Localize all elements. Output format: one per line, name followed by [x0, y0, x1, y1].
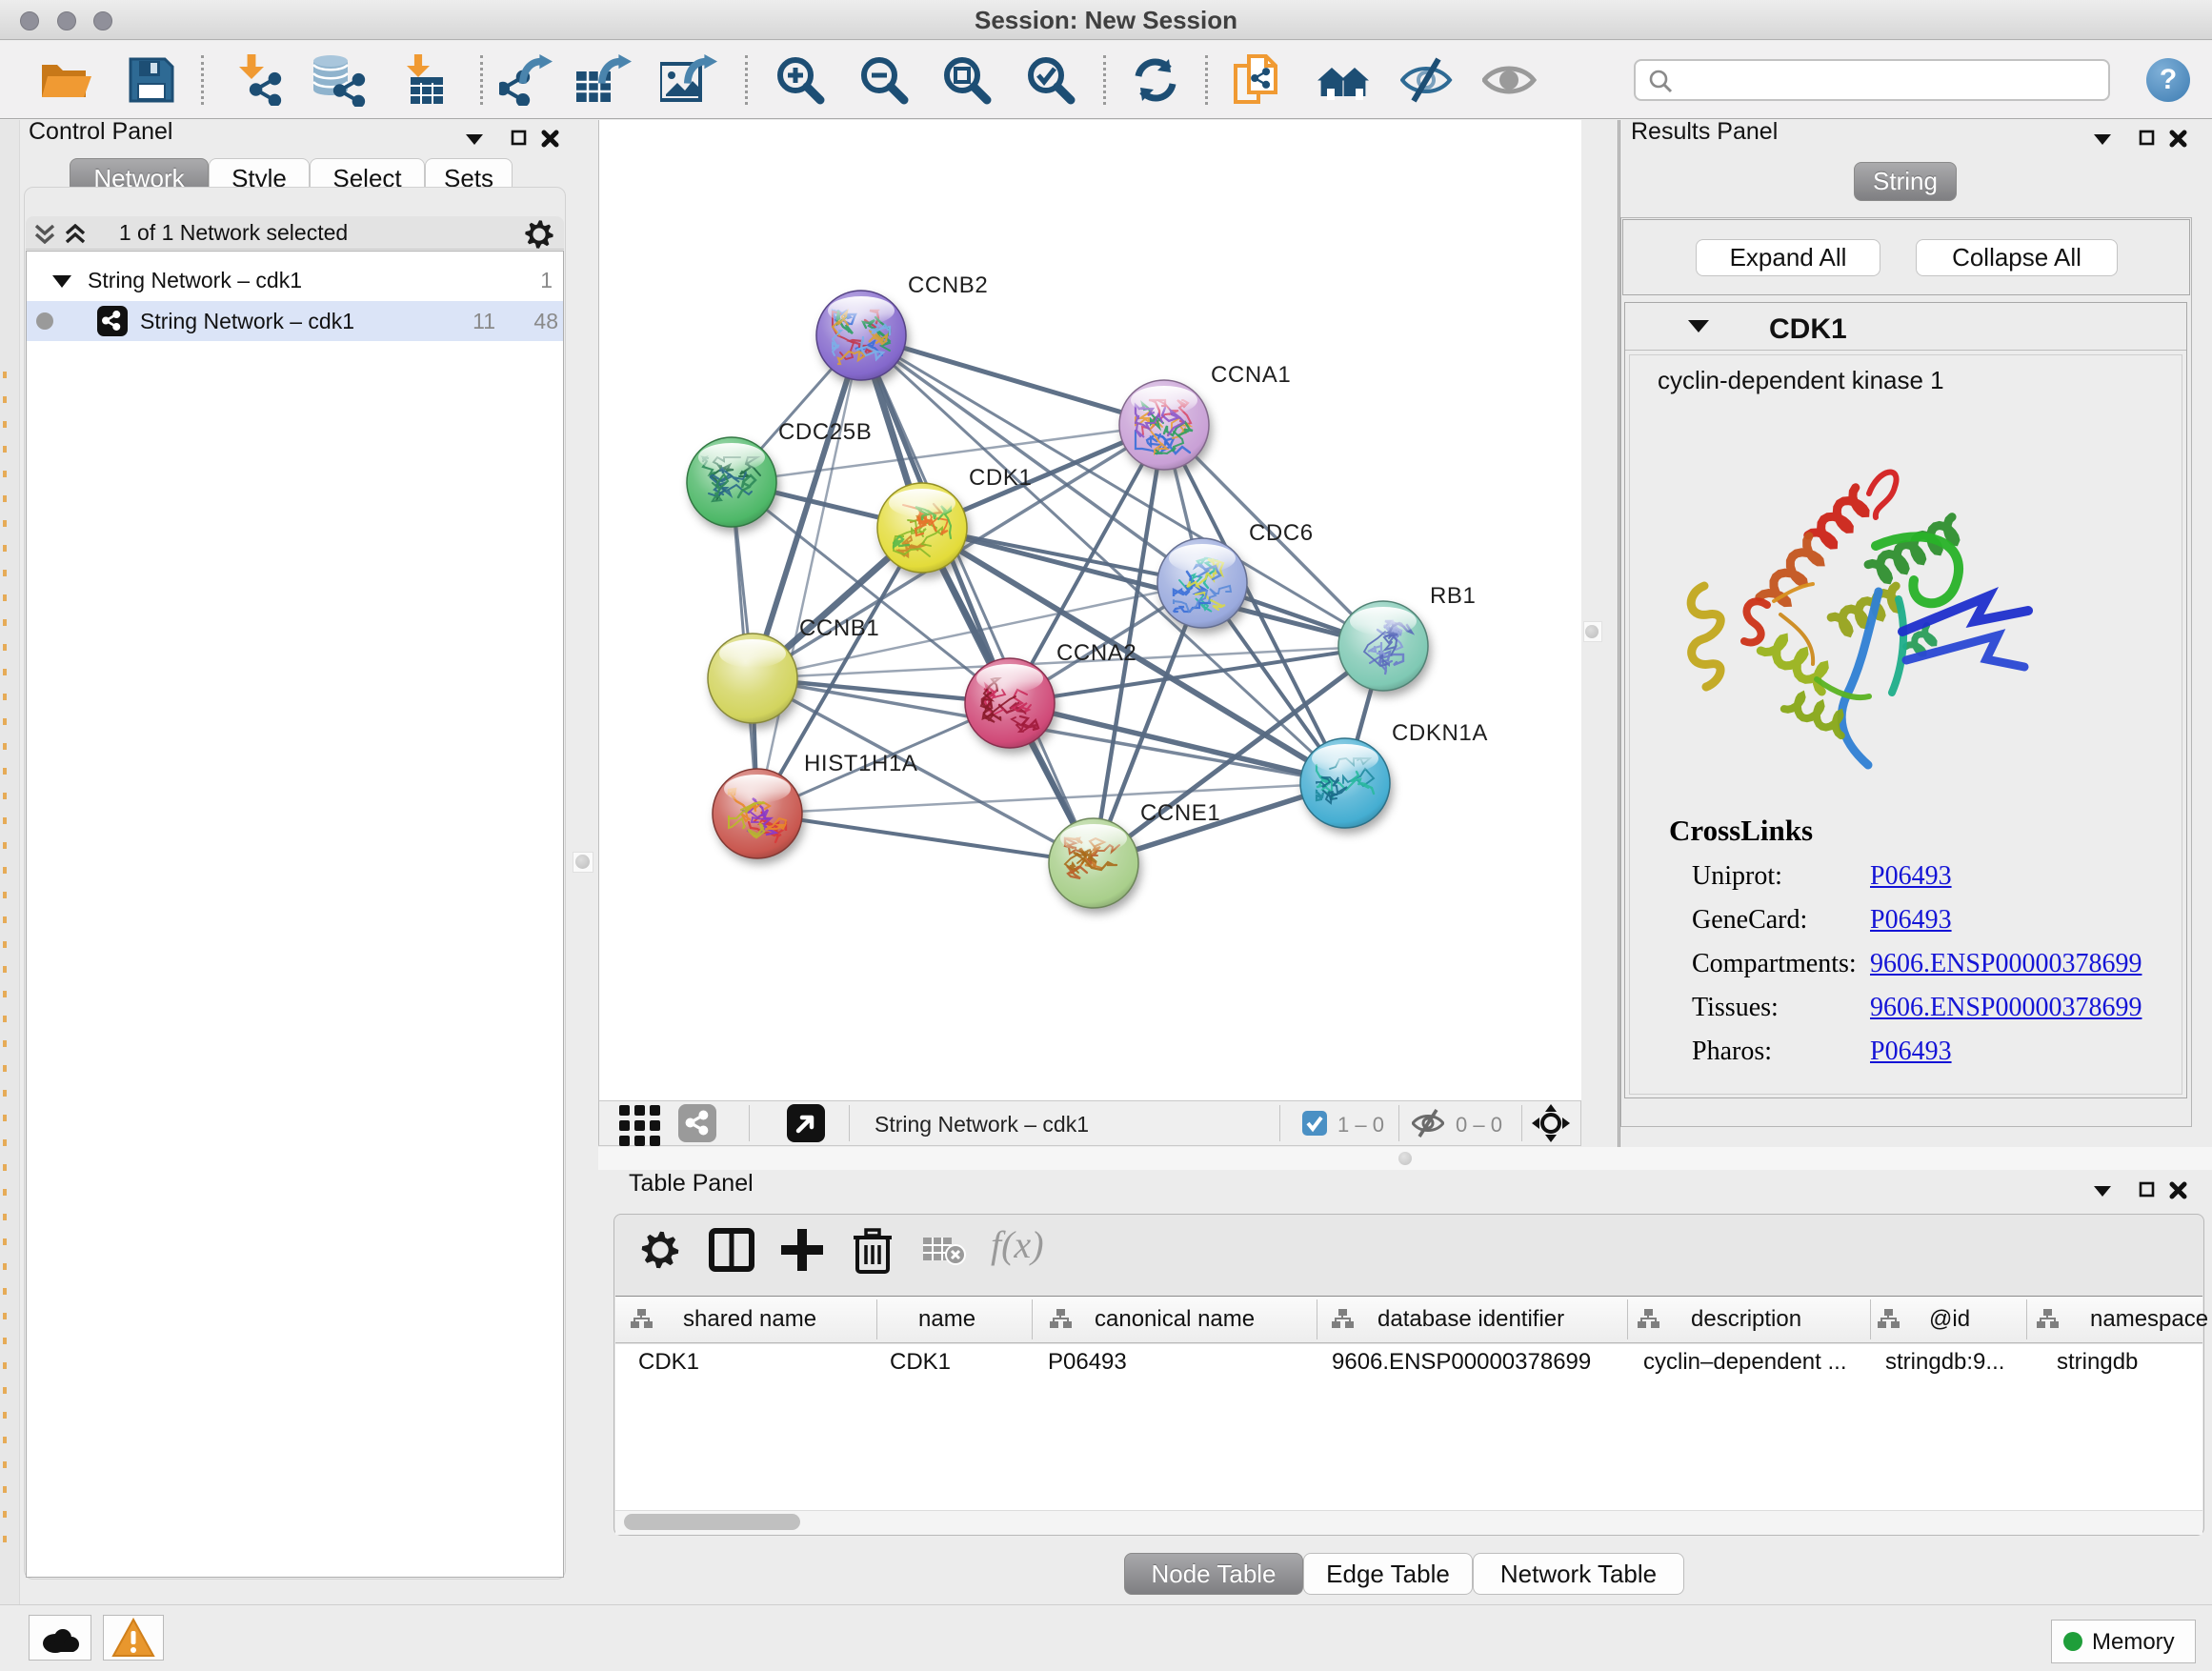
svg-text:CDC25B: CDC25B — [778, 419, 872, 445]
svg-text:CDK1: CDK1 — [969, 465, 1032, 491]
svg-text:CCNB1: CCNB1 — [799, 615, 879, 641]
svg-text:CDKN1A: CDKN1A — [1392, 720, 1488, 746]
svg-text:CCNB2: CCNB2 — [908, 272, 988, 298]
svg-text:CDC6: CDC6 — [1249, 520, 1314, 546]
svg-text:CCNE1: CCNE1 — [1140, 800, 1220, 826]
svg-text:RB1: RB1 — [1430, 583, 1477, 609]
svg-text:HIST1H1A: HIST1H1A — [804, 751, 918, 776]
svg-text:CCNA1: CCNA1 — [1211, 362, 1291, 388]
svg-text:CCNA2: CCNA2 — [1056, 640, 1136, 666]
